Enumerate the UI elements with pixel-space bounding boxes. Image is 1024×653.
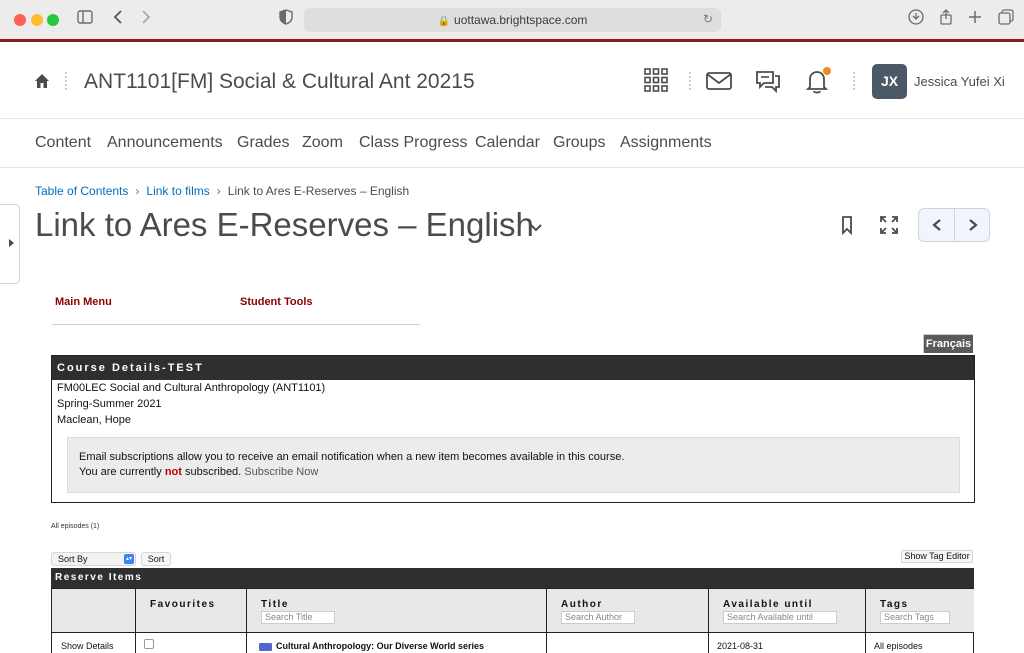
show-tag-editor-button[interactable]: Show Tag Editor — [901, 550, 973, 563]
expand-arrow-icon — [9, 239, 14, 247]
bookmark-icon[interactable] — [836, 214, 858, 236]
url-text: uottawa.brightspace.com — [454, 13, 588, 27]
chevron-left-icon — [931, 219, 941, 231]
sort-by-select[interactable]: Sort By ▴▾ — [51, 552, 136, 566]
breadcrumb-link-toc[interactable]: Table of Contents — [35, 184, 128, 198]
email-info-text: Email subscriptions allow you to receive… — [79, 451, 625, 463]
tab-announcements[interactable]: Announcements — [107, 134, 223, 152]
search-tags-input[interactable]: Search Tags — [880, 611, 950, 624]
toc-panel-toggle[interactable] — [0, 204, 20, 284]
table-row: Show Details — [51, 633, 135, 653]
tag-value[interactable]: All episodes — [874, 641, 923, 651]
column-header-author: Author Search Author — [546, 588, 708, 633]
tab-zoom[interactable]: Zoom — [302, 134, 343, 152]
breadcrumb: Table of Contents › Link to films › Link to … — [35, 184, 409, 198]
share-icon[interactable] — [935, 9, 957, 32]
course-navbar: ANT1101[FM] Social & Cultural Ant 20215 … — [0, 45, 1024, 119]
previous-topic-button[interactable] — [919, 209, 955, 241]
chevron-right-icon — [969, 219, 978, 231]
topic-pager — [918, 208, 990, 242]
home-icon[interactable] — [33, 72, 51, 90]
notification-dot — [823, 67, 831, 75]
subscription-status: You are currently not subscribed. Subscr… — [79, 466, 319, 478]
sort-button[interactable]: Sort — [141, 552, 171, 566]
close-window-button[interactable] — [14, 14, 26, 26]
course-name: FM00LEC Social and Cultural Anthropology… — [57, 382, 326, 394]
column-header-actions — [51, 588, 135, 633]
reserve-items-heading: Reserve Items — [51, 568, 974, 588]
column-header-title: Title Search Title — [246, 588, 546, 633]
separator — [689, 72, 691, 90]
course-title[interactable]: ANT1101[FM] Social & Cultural Ant 20215 — [84, 70, 475, 94]
separator — [853, 72, 855, 90]
user-name[interactable]: Jessica Yufei Xi — [914, 74, 1005, 89]
column-header-tags: Tags Search Tags — [865, 588, 974, 633]
course-term: Spring-Summer 2021 — [57, 398, 162, 410]
tab-groups[interactable]: Groups — [553, 134, 605, 152]
discussions-icon[interactable] — [754, 67, 782, 95]
zoom-window-button[interactable] — [47, 14, 59, 26]
divider — [52, 324, 420, 325]
course-instructor: Maclean, Hope — [57, 414, 131, 426]
separator — [65, 72, 67, 90]
column-header-available-until: Available until Search Available until — [708, 588, 865, 633]
next-topic-button[interactable] — [955, 209, 989, 241]
tab-assignments[interactable]: Assignments — [620, 134, 712, 152]
episode-count: (1) — [90, 523, 100, 530]
video-icon — [259, 643, 272, 651]
ares-student-tools-link[interactable]: Student Tools — [240, 296, 313, 308]
forward-icon[interactable] — [135, 9, 157, 31]
message-icon[interactable] — [705, 67, 733, 95]
course-details-heading: Course Details-TEST — [52, 356, 974, 380]
chevron-down-icon[interactable] — [529, 221, 543, 235]
avatar[interactable]: JX — [872, 64, 907, 99]
column-header-favourites: Favourites — [135, 588, 246, 633]
privacy-shield-icon[interactable] — [275, 9, 297, 32]
browser-toolbar: 🔒 uottawa.brightspace.com ↻ — [0, 0, 1024, 42]
chevron-right-icon: › — [135, 184, 140, 198]
available-until-value: 2021-08-31 — [717, 641, 764, 651]
tab-grades[interactable]: Grades — [237, 134, 289, 152]
fullscreen-icon[interactable] — [878, 214, 900, 236]
tab-calendar[interactable]: Calendar — [475, 134, 540, 152]
subscribe-now-link[interactable]: Subscribe Now — [244, 466, 318, 478]
tab-class-progress[interactable]: Class Progress — [359, 134, 467, 152]
page-title: Link to Ares E-Reserves – English — [35, 206, 534, 243]
favourite-checkbox[interactable] — [144, 639, 154, 649]
ares-main-menu-link[interactable]: Main Menu — [55, 296, 112, 308]
reserve-items-table: Reserve Items Favourites Title Search Ti… — [51, 568, 974, 653]
new-tab-icon[interactable] — [964, 9, 986, 31]
chevron-right-icon: › — [216, 184, 221, 198]
course-tab-nav: Content Announcements Grades Zoom Class … — [0, 119, 1024, 168]
translate-icon[interactable]: ↻ — [703, 12, 713, 26]
reserve-item-title[interactable]: Cultural Anthropology: Our Diverse World… — [276, 641, 484, 651]
all-episodes-label[interactable]: All episodes (1) — [51, 523, 99, 530]
course-selector-grid-icon[interactable] — [643, 67, 671, 95]
language-toggle-button[interactable]: Français — [923, 334, 973, 353]
select-arrows-icon: ▴▾ — [124, 554, 134, 564]
search-author-input[interactable]: Search Author — [561, 611, 635, 624]
minimize-window-button[interactable] — [31, 14, 43, 26]
breadcrumb-current: Link to Ares E-Reserves – English — [227, 184, 410, 198]
address-bar[interactable]: 🔒 uottawa.brightspace.com ↻ — [304, 8, 721, 32]
course-details-panel: Course Details-TEST FM00LEC Social and C… — [51, 355, 975, 503]
search-title-input[interactable]: Search Title — [261, 611, 335, 624]
show-details-link[interactable]: Show Details — [61, 641, 114, 651]
tab-content[interactable]: Content — [35, 134, 91, 152]
breadcrumb-link-films[interactable]: Link to films — [146, 184, 209, 198]
sidebar-toggle-icon[interactable] — [74, 9, 96, 31]
lock-icon: 🔒 — [437, 16, 451, 27]
email-subscription-box: Email subscriptions allow you to receive… — [67, 437, 960, 493]
tab-overview-icon[interactable] — [995, 9, 1017, 32]
search-available-input[interactable]: Search Available until — [723, 611, 837, 624]
download-icon[interactable] — [905, 9, 927, 32]
back-icon[interactable] — [107, 9, 129, 31]
